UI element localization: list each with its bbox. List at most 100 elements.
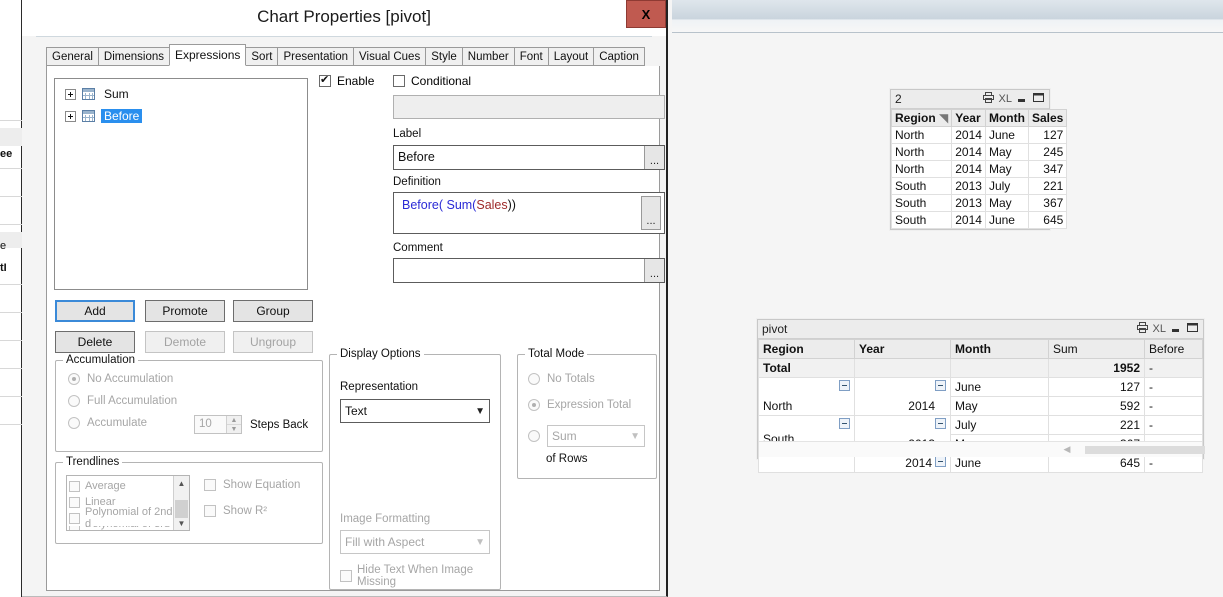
label-input[interactable]: Before ... bbox=[393, 145, 665, 170]
column-header-month[interactable]: Month bbox=[984, 109, 1029, 127]
expression-tree-item-sum[interactable]: Sum bbox=[55, 83, 307, 105]
table-row[interactable]: North 2014 May 347 bbox=[890, 160, 1068, 178]
pivot-table-caption-icons[interactable]: XL bbox=[1136, 322, 1199, 336]
tab-visual-cues[interactable]: Visual Cues bbox=[353, 47, 427, 66]
scrollbar-thumb[interactable] bbox=[175, 500, 188, 518]
table-row[interactable]: North 2014 May 245 bbox=[890, 143, 1068, 161]
pivot-row[interactable]: South 2013 July 221 - bbox=[758, 415, 1203, 473]
cell-month[interactable]: June bbox=[984, 211, 1029, 229]
print-icon[interactable] bbox=[1136, 322, 1148, 336]
tab-font[interactable]: Font bbox=[513, 47, 549, 66]
tab-expressions[interactable]: Expressions bbox=[169, 44, 247, 66]
cell-month[interactable]: May bbox=[984, 194, 1029, 212]
print-icon[interactable] bbox=[982, 92, 994, 106]
collapse-minus-icon[interactable] bbox=[935, 380, 946, 391]
excel-export-icon[interactable]: XL bbox=[1153, 323, 1166, 335]
cell-year[interactable]: 2013 bbox=[951, 194, 986, 212]
cell-sales[interactable]: 645 bbox=[1027, 211, 1068, 229]
close-button[interactable]: X bbox=[626, 0, 666, 28]
comment-ellipsis-button[interactable]: ... bbox=[644, 259, 664, 282]
pivot-cell-before[interactable]: - bbox=[1144, 415, 1203, 435]
definition-input[interactable]: Before( Sum(Sales)) ... bbox=[393, 192, 665, 234]
scrollbar-track[interactable] bbox=[174, 490, 189, 518]
collapse-minus-icon[interactable] bbox=[935, 456, 946, 467]
pivot-cell-sum[interactable]: 221 bbox=[1048, 415, 1145, 435]
enable-checkbox-row[interactable]: Enable bbox=[319, 73, 374, 88]
pivot-cell-before[interactable]: - bbox=[1144, 396, 1203, 416]
pivot-table-object[interactable]: pivot XL Region Year Month Sum Before To… bbox=[757, 319, 1205, 473]
pivot-cell-region[interactable]: North bbox=[758, 377, 855, 416]
promote-button[interactable]: Promote bbox=[145, 300, 225, 322]
definition-ellipsis-button[interactable]: ... bbox=[641, 196, 661, 230]
cell-month[interactable]: June bbox=[984, 126, 1029, 144]
cell-sales[interactable]: 245 bbox=[1027, 143, 1068, 161]
table-row[interactable]: South 2013 May 367 bbox=[890, 194, 1068, 212]
column-header-year[interactable]: Year bbox=[951, 109, 986, 127]
comment-input[interactable]: ... bbox=[393, 258, 665, 283]
cell-year[interactable]: 2013 bbox=[951, 177, 986, 195]
maximize-icon[interactable] bbox=[1033, 92, 1045, 106]
conditional-checkbox[interactable] bbox=[393, 75, 405, 87]
straight-table-caption[interactable]: 2 XL bbox=[891, 90, 1049, 109]
minimize-icon[interactable] bbox=[1017, 92, 1028, 106]
cell-year[interactable]: 2014 bbox=[951, 211, 986, 229]
maximize-icon[interactable] bbox=[1187, 322, 1199, 336]
table-row[interactable]: North 2014 June 127 bbox=[890, 126, 1068, 144]
tab-number[interactable]: Number bbox=[461, 47, 515, 66]
cell-region[interactable]: North bbox=[890, 160, 953, 178]
excel-export-icon[interactable]: XL bbox=[999, 93, 1012, 105]
cell-region[interactable]: South bbox=[890, 177, 953, 195]
cell-region[interactable]: North bbox=[890, 143, 953, 161]
property-tabs[interactable]: General Dimensions Expressions Sort Pres… bbox=[46, 44, 650, 66]
conditional-checkbox-row[interactable]: Conditional bbox=[393, 74, 471, 88]
pivot-cell-sum[interactable]: 127 bbox=[1048, 377, 1145, 397]
expand-plus-icon[interactable] bbox=[65, 88, 76, 100]
cell-year[interactable]: 2014 bbox=[951, 160, 986, 178]
minimize-icon[interactable] bbox=[1171, 322, 1182, 336]
pivot-horizontal-scrollbar[interactable]: ◀ ▶ bbox=[759, 441, 1205, 457]
tab-dimensions[interactable]: Dimensions bbox=[97, 47, 170, 66]
pivot-column-header-region[interactable]: Region bbox=[758, 339, 855, 359]
delete-button[interactable]: Delete bbox=[55, 331, 135, 353]
scrollbar-thumb[interactable] bbox=[1085, 445, 1205, 454]
collapse-minus-icon[interactable] bbox=[935, 418, 946, 429]
representation-select[interactable]: Text ▼ bbox=[340, 399, 490, 423]
table-row[interactable]: South 2014 June 645 bbox=[890, 211, 1068, 229]
expression-tree[interactable]: Sum Before bbox=[54, 78, 308, 290]
cell-month[interactable]: July bbox=[984, 177, 1029, 195]
scroll-up-icon[interactable]: ▲ bbox=[174, 476, 189, 490]
cell-region[interactable]: South bbox=[890, 211, 953, 229]
pivot-column-header-year[interactable]: Year bbox=[854, 339, 951, 359]
expand-plus-icon[interactable] bbox=[65, 110, 76, 122]
pivot-column-header-month[interactable]: Month bbox=[950, 339, 1049, 359]
tab-caption[interactable]: Caption bbox=[593, 47, 645, 66]
collapse-minus-icon[interactable] bbox=[839, 418, 850, 429]
cell-year[interactable]: 2014 bbox=[951, 143, 986, 161]
scrollbar-track[interactable] bbox=[1075, 445, 1205, 454]
column-header-region[interactable]: Region ◥ bbox=[890, 109, 953, 127]
pivot-column-header-before[interactable]: Before bbox=[1144, 339, 1203, 359]
straight-table-caption-icons[interactable]: XL bbox=[982, 92, 1045, 106]
straight-table-object[interactable]: 2 XL Region ◥ Year Month Sales North 201… bbox=[890, 89, 1068, 230]
expression-tree-item-before[interactable]: Before bbox=[55, 105, 307, 127]
add-button[interactable]: Add bbox=[55, 300, 135, 322]
tab-presentation[interactable]: Presentation bbox=[277, 47, 355, 66]
tab-layout[interactable]: Layout bbox=[547, 47, 595, 66]
cell-sales[interactable]: 221 bbox=[1027, 177, 1068, 195]
tab-general[interactable]: General bbox=[46, 47, 99, 66]
pivot-cell-before[interactable]: - bbox=[1144, 377, 1203, 397]
table-row[interactable]: South 2013 July 221 bbox=[890, 177, 1068, 195]
cell-sales[interactable]: 127 bbox=[1027, 126, 1068, 144]
cell-month[interactable]: May bbox=[984, 143, 1029, 161]
pivot-row[interactable]: North 2014 June 127 - bbox=[758, 377, 1203, 416]
scroll-left-icon[interactable]: ◀ bbox=[1059, 444, 1075, 455]
cell-sales[interactable]: 347 bbox=[1027, 160, 1068, 178]
cell-region[interactable]: North bbox=[890, 126, 953, 144]
enable-checkbox[interactable] bbox=[319, 73, 331, 87]
pivot-cell-month[interactable]: May bbox=[950, 396, 1049, 416]
tab-sort[interactable]: Sort bbox=[245, 47, 279, 66]
straight-table-grid[interactable]: Region ◥ Year Month Sales North 2014 Jun… bbox=[890, 109, 1068, 229]
cell-sales[interactable]: 367 bbox=[1027, 194, 1068, 212]
column-header-sales[interactable]: Sales bbox=[1027, 109, 1068, 127]
collapse-minus-icon[interactable] bbox=[839, 380, 850, 391]
